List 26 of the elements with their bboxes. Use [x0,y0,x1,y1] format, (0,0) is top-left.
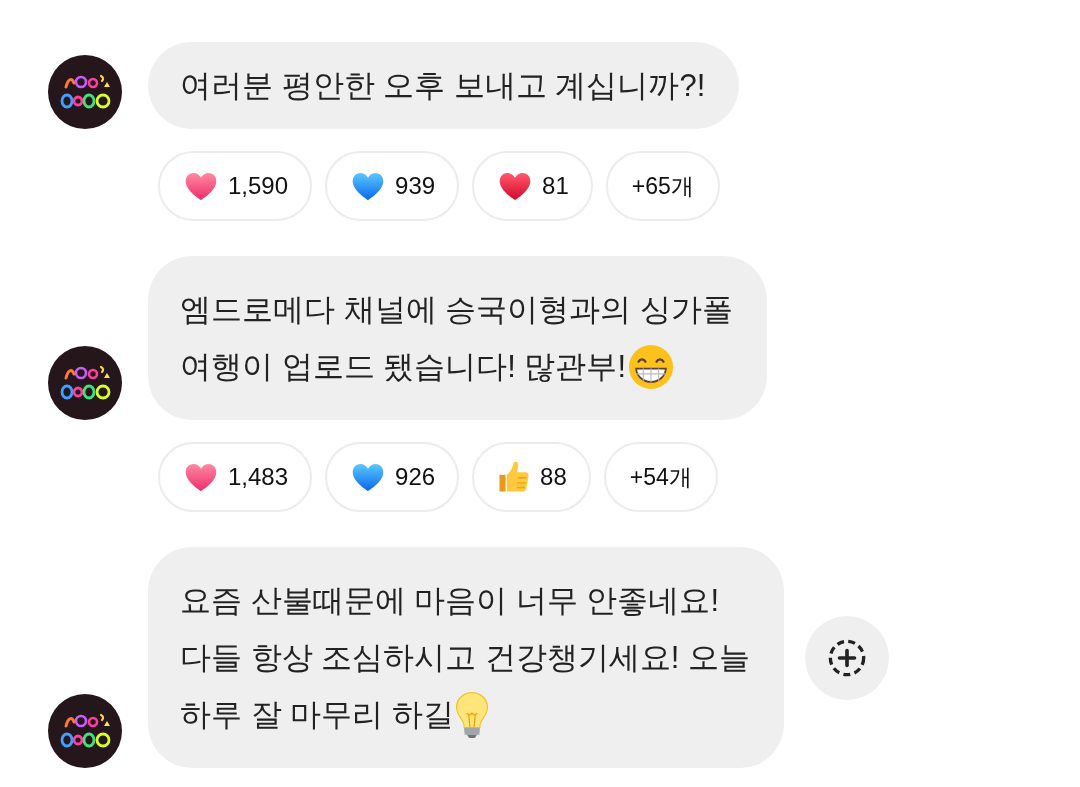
avatar-icon [48,55,122,129]
reaction-button[interactable]: 939 [325,151,460,221]
heart-icon [351,171,386,201]
message-text: 요즘 산불때문에 마음이 너무 안좋네요! [180,582,720,620]
message-text: 여행이 업로드 됐습니다! 많관부! [180,348,627,386]
reaction-button[interactable]: 1,483 [158,442,313,512]
message-text: 엠드로메다 채널에 승국이형과의 싱가폴 [180,291,733,329]
heart-icon [498,171,533,201]
thumbs-up-icon [498,461,531,493]
avatar-icon [48,694,122,768]
light-bulb-icon [455,691,488,738]
message-text: 다들 항상 조심하시고 건강챙기세요! 오늘 [180,639,751,677]
more-reactions-button[interactable]: +65개 [605,151,720,221]
dashed-plus-circle-icon [827,637,868,678]
heart-icon [184,171,218,201]
reaction-button[interactable]: 1,590 [158,151,313,221]
reaction-button[interactable]: 926 [325,442,460,512]
grinning-face-icon [628,343,675,390]
reaction-button[interactable]: 88 [472,442,591,512]
heart-icon [184,462,218,492]
avatar-icon [48,346,122,420]
reaction-button[interactable]: 81 [472,151,593,221]
more-reactions-button[interactable]: +54개 [603,442,718,512]
message-text: 하루 잘 마무리 하길 [180,696,454,734]
message-text: 여러분 평안한 오후 보내고 계십니까?! [180,67,706,105]
heart-icon [351,462,386,492]
